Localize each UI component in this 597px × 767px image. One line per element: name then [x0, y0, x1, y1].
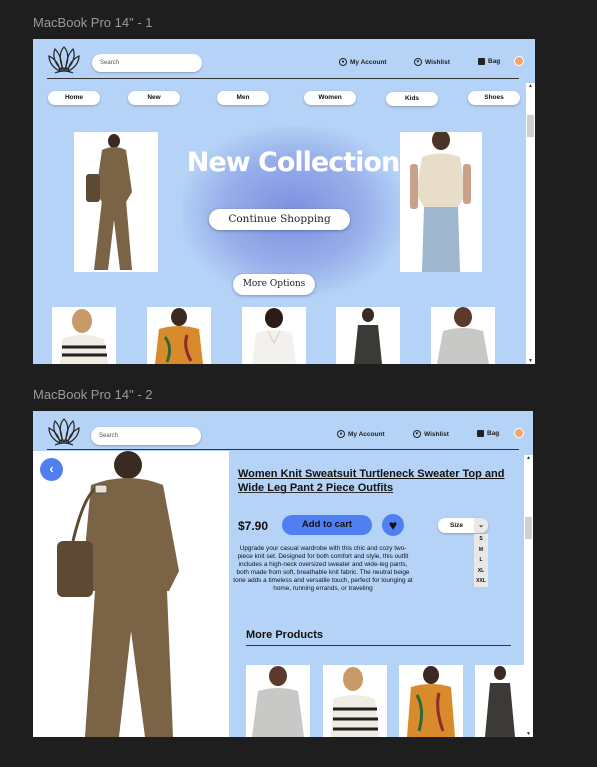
scroll-down-icon[interactable]: ▼: [526, 731, 531, 737]
heart-icon: ♥: [413, 430, 421, 438]
scroll-up-icon[interactable]: ▲: [526, 455, 531, 461]
nav-new[interactable]: New: [128, 91, 180, 105]
product-title: Women Knit Sweatsuit Turtleneck Sweater …: [238, 468, 505, 494]
more-product-4[interactable]: [475, 665, 525, 737]
back-arrow-icon: ‹: [49, 461, 54, 476]
wishlist-label: Wishlist: [424, 430, 449, 438]
wishlist-link[interactable]: ♥ Wishlist: [413, 430, 449, 438]
patterned-sweater-image: [155, 308, 203, 364]
logo-icon[interactable]: [47, 44, 81, 76]
more-products-heading: More Products: [246, 629, 324, 641]
bag-link[interactable]: Bag: [478, 58, 500, 65]
nav-kids[interactable]: Kids: [386, 92, 438, 106]
scrollbar[interactable]: ▲ ▼: [526, 83, 535, 364]
heart-icon: ♥: [414, 58, 422, 66]
bag-icon: [478, 58, 485, 65]
product-thumb-4[interactable]: [336, 307, 400, 364]
product-frame: Search ● My Account ♥ Wishlist Bag ‹ Women…: [33, 411, 533, 737]
product-image-panel: [33, 451, 229, 737]
user-icon: ●: [337, 430, 345, 438]
dark-dress-image: [354, 308, 382, 364]
header-divider: [47, 78, 519, 79]
model-knit-set-image: [86, 134, 132, 270]
product-thumb-3[interactable]: [242, 307, 306, 364]
size-option-l[interactable]: L: [474, 555, 488, 566]
size-select[interactable]: Size ⌄: [438, 518, 488, 533]
hero-image-left[interactable]: [74, 132, 158, 272]
size-option-xl[interactable]: XL: [474, 566, 488, 577]
continue-shopping-button[interactable]: Continue Shopping: [209, 209, 350, 230]
my-account-link[interactable]: ● My Account: [337, 430, 385, 438]
more-product-2[interactable]: [323, 665, 387, 737]
product-thumb-2[interactable]: [147, 307, 211, 364]
wishlist-label: Wishlist: [425, 58, 450, 66]
my-account-label: My Account: [350, 58, 387, 66]
scrollbar[interactable]: ▲ ▼: [524, 455, 533, 737]
white-top-image: [252, 308, 296, 364]
my-account-link[interactable]: ● My Account: [339, 58, 387, 66]
patterned-sweater-image: [407, 666, 455, 737]
dark-dress-image: [485, 666, 515, 737]
striped-sweater-image: [60, 309, 108, 364]
bag-label: Bag: [487, 430, 500, 437]
add-to-cart-button[interactable]: Add to cart: [282, 515, 372, 535]
avatar[interactable]: [514, 56, 524, 66]
search-input[interactable]: Search: [92, 54, 202, 72]
more-products-divider: [246, 645, 511, 646]
chevron-down-icon[interactable]: ⌄: [474, 518, 488, 533]
model-knit-top-image: [410, 132, 471, 272]
wishlist-link[interactable]: ♥ Wishlist: [414, 58, 450, 66]
nav-women[interactable]: Women: [304, 91, 356, 105]
nav-home[interactable]: Home: [48, 91, 100, 105]
scrollbar-thumb[interactable]: [527, 115, 534, 137]
product-description: Upgrade your casual wardrobe with this c…: [233, 545, 413, 592]
size-option-xxl[interactable]: XXL: [474, 576, 488, 587]
frame-1-label: MacBook Pro 14" - 1: [33, 15, 153, 30]
scroll-down-icon[interactable]: ▼: [528, 358, 533, 364]
size-option-m[interactable]: M: [474, 545, 488, 556]
more-product-3[interactable]: [399, 665, 463, 737]
logo-icon[interactable]: [47, 416, 81, 448]
my-account-label: My Account: [348, 430, 385, 438]
home-frame: Search ● My Account ♥ Wishlist Bag Home Ne…: [33, 39, 535, 364]
back-button[interactable]: ‹: [40, 458, 63, 481]
scroll-up-icon[interactable]: ▲: [528, 83, 533, 89]
more-options-button[interactable]: More Options: [233, 274, 315, 295]
search-input[interactable]: Search: [91, 427, 201, 445]
hero-image-right[interactable]: [400, 132, 482, 272]
more-product-1[interactable]: [246, 665, 310, 737]
site-header-2: Search ● My Account ♥ Wishlist Bag: [33, 411, 533, 451]
bag-link[interactable]: Bag: [477, 430, 499, 437]
striped-sweater-image: [331, 667, 379, 737]
size-options: S M L XL XXL: [474, 534, 488, 587]
bag-icon: [477, 430, 484, 437]
heart-icon: ♥: [388, 517, 398, 533]
scrollbar-thumb[interactable]: [525, 517, 532, 539]
title-underline: [238, 492, 393, 493]
nav-shoes[interactable]: Shoes: [468, 91, 520, 105]
size-option-s[interactable]: S: [474, 534, 488, 545]
bag-label: Bag: [488, 58, 501, 65]
avatar[interactable]: [514, 428, 524, 438]
hero-title: New Collection: [186, 147, 400, 178]
size-select-label: Size: [450, 522, 464, 529]
user-icon: ●: [339, 58, 347, 66]
nav-men[interactable]: Men: [217, 91, 269, 105]
frame-2-label: MacBook Pro 14" - 2: [33, 387, 153, 402]
product-price: $7.90: [238, 519, 269, 533]
grey-sweater-image: [437, 307, 489, 364]
wishlist-heart-button[interactable]: ♥: [382, 514, 404, 536]
grey-sweater-image: [252, 666, 304, 737]
product-main-image: [57, 451, 179, 737]
product-thumb-1[interactable]: [52, 307, 116, 364]
header-divider: [47, 449, 519, 450]
site-header: Search ● My Account ♥ Wishlist Bag: [33, 39, 535, 79]
product-thumb-5[interactable]: [431, 307, 495, 364]
